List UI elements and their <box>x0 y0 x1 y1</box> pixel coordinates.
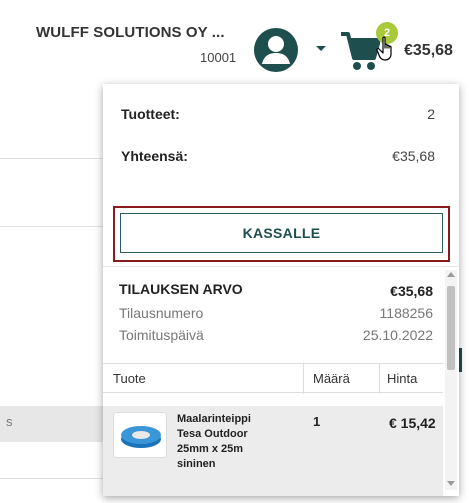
scrollbar[interactable] <box>445 270 457 490</box>
table-header: Tuote Määrä Hinta <box>103 363 443 394</box>
column-header-product: Tuote <box>113 371 146 386</box>
product-price: € 15,42 <box>389 415 436 431</box>
checkout-button[interactable]: KASSALLE <box>120 213 443 253</box>
order-number-label: Tilausnumero <box>119 305 204 321</box>
cart-total[interactable]: €35,68 <box>404 42 453 60</box>
total-summary-row: Yhteensä: €35,68 <box>121 148 435 164</box>
scroll-up-arrow-icon[interactable] <box>447 272 455 277</box>
order-number-row: Tilausnumero 1188256 <box>119 305 433 321</box>
scrollbar-thumb[interactable] <box>447 286 455 370</box>
product-thumbnail[interactable] <box>113 412 167 458</box>
column-divider <box>379 364 380 394</box>
divider <box>0 226 110 227</box>
user-avatar-icon[interactable] <box>254 28 298 72</box>
header: WULFF SOLUTIONS OY ... 10001 2 €35,68 <box>0 0 469 84</box>
divider <box>0 158 110 159</box>
total-value: €35,68 <box>392 148 435 164</box>
cart-dropdown: Tuotteet: 2 Yhteensä: €35,68 KASSALLE TI… <box>103 84 459 496</box>
company-name[interactable]: WULFF SOLUTIONS OY ... <box>36 24 225 41</box>
chevron-down-icon[interactable] <box>316 46 326 51</box>
column-header-price: Hinta <box>387 371 418 386</box>
products-count: 2 <box>427 106 435 122</box>
product-name[interactable]: Maalarinteippi Tesa Outdoor 25mm x 25m s… <box>177 412 267 472</box>
divider <box>0 478 110 479</box>
delivery-date-value: 25.10.2022 <box>362 327 433 343</box>
table-row[interactable]: Maalarinteippi Tesa Outdoor 25mm x 25m s… <box>103 406 443 496</box>
hand-pointer-icon <box>376 36 392 61</box>
column-header-quantity: Määrä <box>313 371 350 386</box>
tape-product-icon <box>121 426 161 448</box>
product-quantity: 1 <box>313 414 321 429</box>
products-label: Tuotteet: <box>121 106 180 122</box>
scroll-down-arrow-icon[interactable] <box>447 481 455 486</box>
customer-number: 10001 <box>200 50 237 65</box>
delivery-date-row: Toimituspäivä 25.10.2022 <box>119 327 433 343</box>
background-row <box>0 406 110 442</box>
delivery-date-label: Toimituspäivä <box>119 327 204 343</box>
total-label: Yhteensä: <box>121 148 188 164</box>
shopping-cart-icon[interactable] <box>340 28 380 72</box>
column-divider <box>303 364 304 394</box>
order-value: €35,68 <box>390 283 433 299</box>
background-accent <box>459 348 462 372</box>
order-number-value: 1188256 <box>379 305 433 321</box>
order-title: TILAUKSEN ARVO <box>119 281 243 297</box>
background-text: s <box>6 414 13 429</box>
products-summary-row: Tuotteet: 2 <box>121 106 435 122</box>
